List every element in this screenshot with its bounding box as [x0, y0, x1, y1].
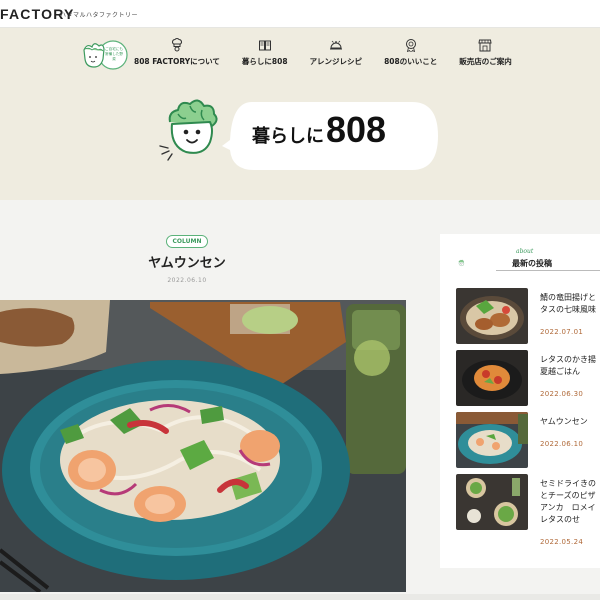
recent-post-item[interactable]: 鯖の竜田揚げと タスの七味風味 2022.07.01 [456, 288, 600, 348]
sidebar-about-label: about [516, 248, 534, 255]
category-tag[interactable]: COLUMN [166, 235, 208, 248]
sidebar-recent-posts: about 最新の投稿 鯖の竜田揚げと タスの七味風味 2022.07.01 レ… [440, 234, 600, 568]
cloche-icon [329, 40, 342, 50]
post-thumbnail[interactable] [456, 288, 528, 344]
nav-item-about[interactable]: 808 FACTORYについて [134, 38, 220, 67]
sidebar-mascot-icon [458, 259, 464, 266]
recent-post-item[interactable]: ヤムウンセン 2022.06.10 [456, 412, 600, 472]
brand-badge-icon[interactable]: ご自宅にも常備した野菜 [80, 38, 128, 72]
nav-label: アレンジレシピ [309, 57, 363, 66]
recent-post-item[interactable]: レタスのかき揚 夏越ごはん 2022.06.30 [456, 350, 600, 410]
post-title[interactable]: セミドライきの とチーズのピザ アンカ ロメイ レタスのせ [540, 478, 600, 526]
article-date: 2022.06.10 [167, 277, 207, 284]
brand-badge-text: ご自宅にも常備した野菜 [105, 47, 123, 61]
nav-item-kurashi[interactable]: 暮らしに808 [242, 38, 288, 67]
hero-title: 暮らしに 808 [252, 110, 422, 150]
recent-post-item[interactable]: セミドライきの とチーズのピザ アンカ ロメイ レタスのせ 2022.05.24 [456, 474, 600, 554]
post-title[interactable]: レタスのかき揚 夏越ごはん [540, 354, 600, 378]
nav-label: 808 FACTORYについて [134, 57, 220, 66]
post-date: 2022.06.30 [540, 390, 584, 398]
page-bottom-edge [0, 594, 600, 600]
top-bar: FACTORY ハタマルハタファクトリー [0, 0, 600, 28]
sidebar-title: 最新の投稿 [512, 259, 552, 268]
post-title[interactable]: ヤムウンセン [540, 416, 600, 428]
post-thumbnail[interactable] [456, 474, 528, 530]
post-thumbnail[interactable] [456, 350, 528, 406]
hero-banner: ご自宅にも常備した野菜 808 FACTORYについて 暮らしに808 アレンジ… [0, 28, 600, 200]
nav-label: 808のいいこと [384, 57, 438, 66]
post-date: 2022.05.24 [540, 538, 584, 546]
main-nav: ご自宅にも常備した野菜 808 FACTORYについて 暮らしに808 アレンジ… [80, 38, 512, 74]
mascot-illustration [159, 99, 218, 161]
nav-item-recipe[interactable]: アレンジレシピ [309, 38, 363, 67]
nav-item-good-points[interactable]: 808のいいこと [384, 38, 437, 67]
hero-title-jp: 暮らしに [252, 126, 324, 147]
badge-icon [405, 39, 416, 52]
nav-label: 販売店のご案内 [459, 57, 512, 66]
post-title[interactable]: 鯖の竜田揚げと タスの七味風味 [540, 292, 600, 316]
post-date: 2022.06.10 [540, 440, 584, 448]
post-thumbnail[interactable] [456, 412, 528, 468]
nav-label: 暮らしに808 [241, 57, 288, 66]
article-hero-photo [0, 300, 406, 592]
sidebar-divider [496, 270, 600, 271]
nav-item-stores[interactable]: 販売店のご案内 [459, 38, 512, 67]
site-logo-subtitle: ハタマルハタファクトリー [60, 12, 139, 19]
chef-icon [171, 38, 182, 52]
store-icon [478, 39, 493, 52]
article-title: ヤムウンセン [148, 256, 226, 271]
hero-title-num: 808 [326, 109, 387, 150]
book-icon [258, 40, 271, 51]
post-date: 2022.07.01 [540, 328, 584, 336]
